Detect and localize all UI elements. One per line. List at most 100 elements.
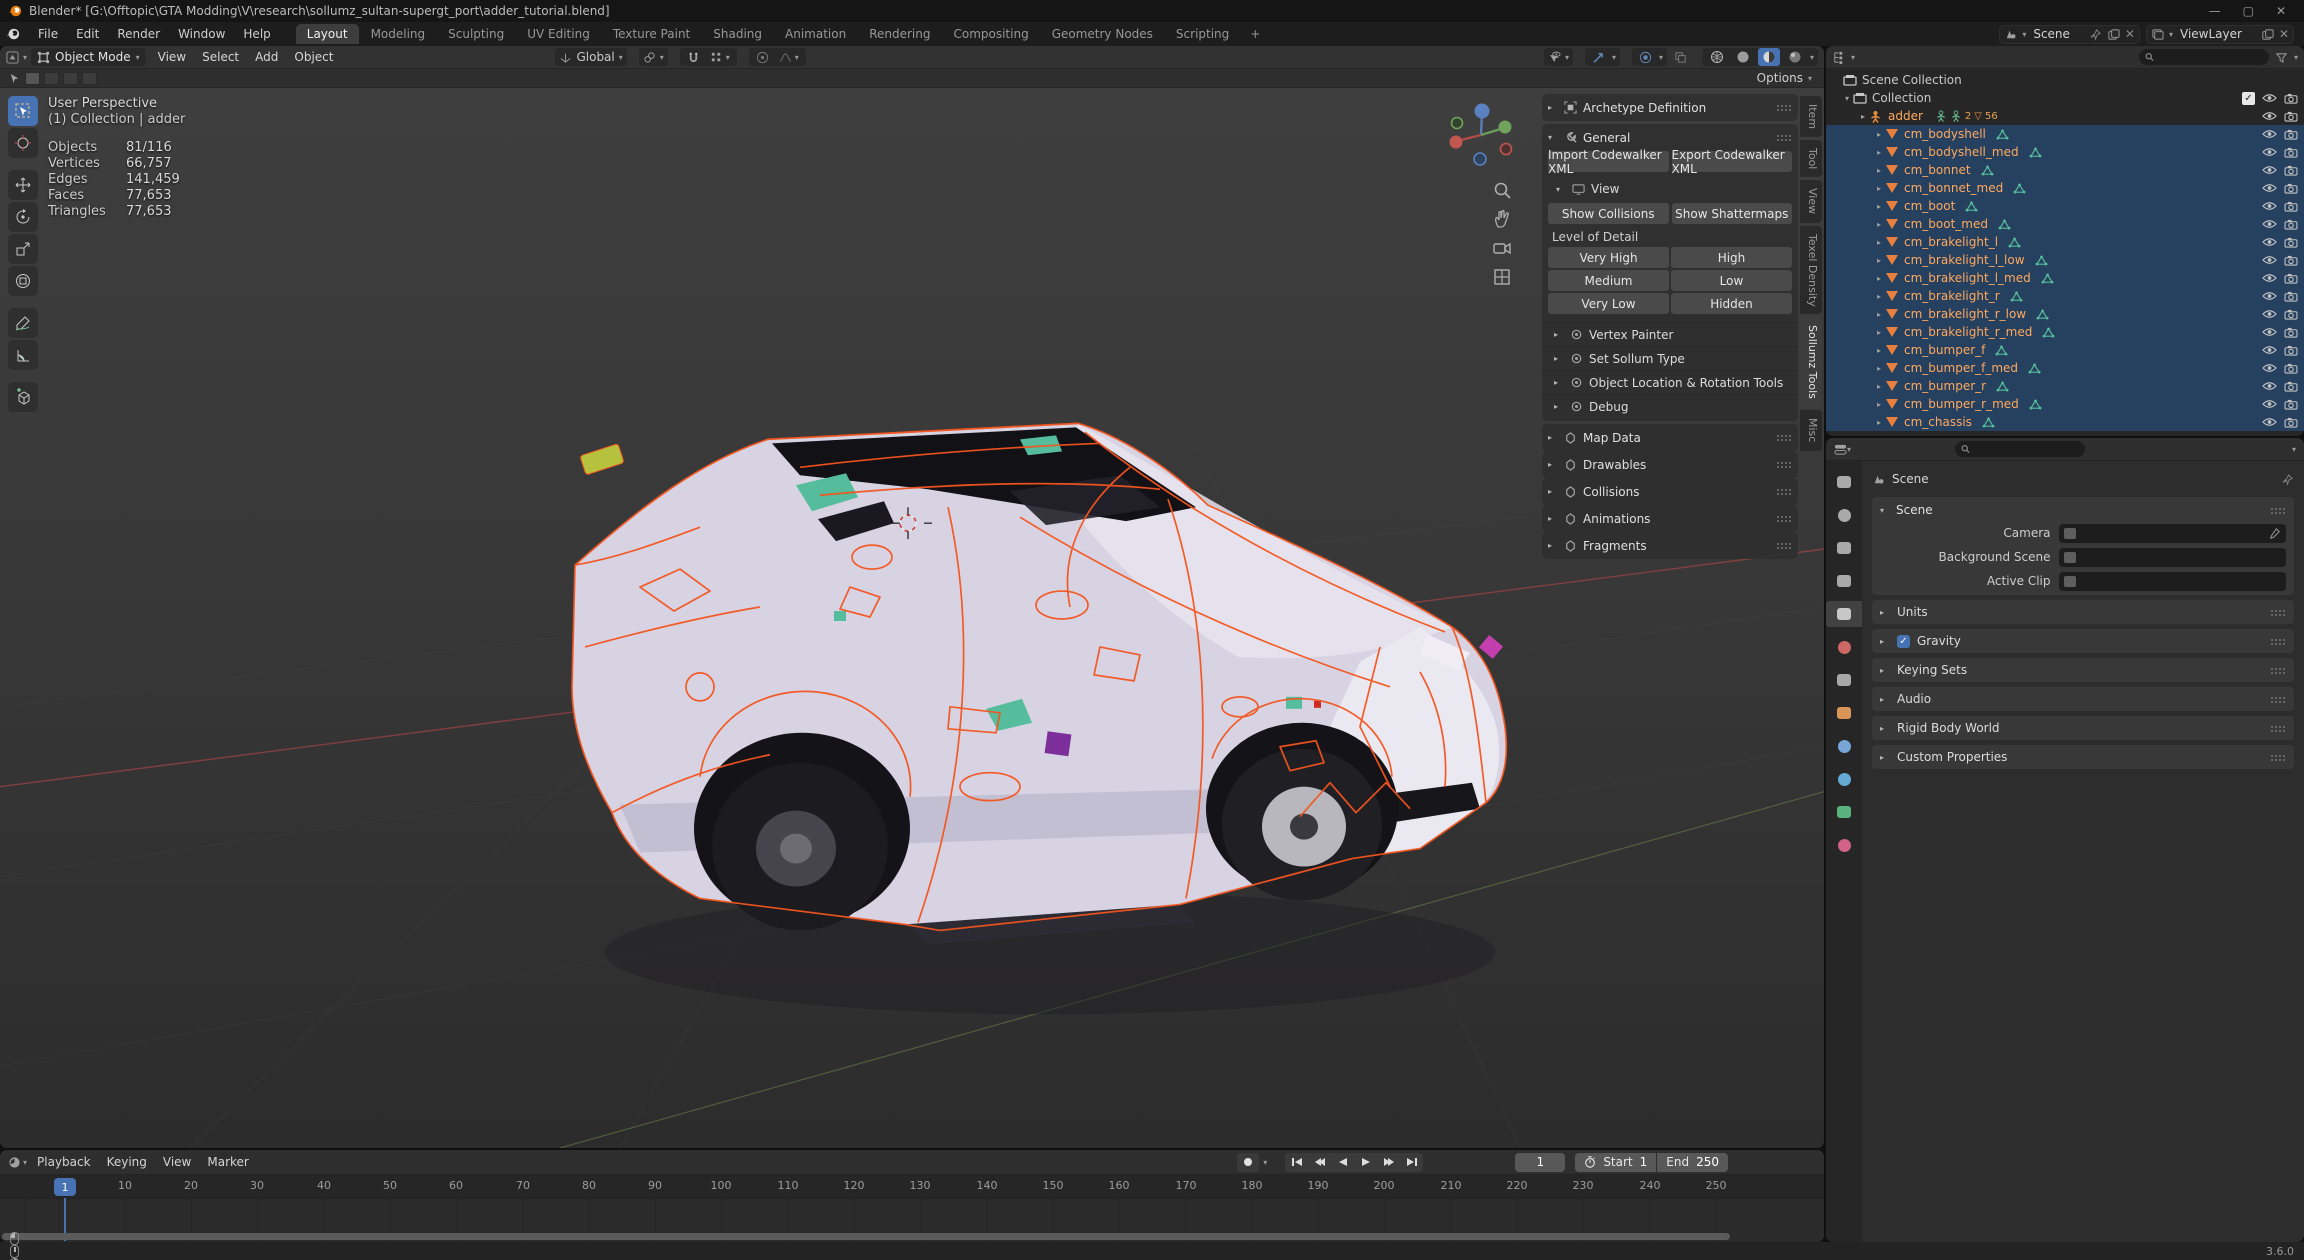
panel-grip[interactable] <box>2270 638 2286 645</box>
property-field[interactable] <box>2059 572 2286 591</box>
workspace-tab[interactable]: Animation <box>774 24 857 44</box>
outliner-row[interactable]: ▸ cm_boot ▽ ✓ <box>1826 197 2304 215</box>
properties-search-input[interactable] <box>1974 443 2079 455</box>
properties-tab[interactable] <box>1826 667 1862 693</box>
timeline-scrollbar[interactable] <box>2 1233 1730 1240</box>
play-reverse-button[interactable] <box>1331 1153 1354 1172</box>
expand-arrow[interactable]: ▸ <box>1874 238 1884 247</box>
hide-eye-icon[interactable] <box>2262 327 2277 337</box>
prev-keyframe-button[interactable] <box>1308 1153 1331 1172</box>
render-visibility-icon[interactable] <box>2284 381 2298 392</box>
minimize-icon[interactable]: — <box>2209 4 2221 18</box>
expand-arrow[interactable]: ▸ <box>1874 274 1884 283</box>
mode-selector[interactable]: Object Mode ▾ <box>31 48 146 66</box>
workspace-tab[interactable]: Scripting <box>1165 24 1240 44</box>
hide-eye-icon[interactable] <box>2262 399 2277 409</box>
render-visibility-icon[interactable] <box>2284 327 2298 338</box>
render-visibility-icon[interactable] <box>2284 345 2298 356</box>
properties-tab[interactable] <box>1826 634 1862 660</box>
blender-menu-icon[interactable] <box>6 27 20 41</box>
outliner-row[interactable]: ▸ cm_brakelight_r_low ▽ ✓ <box>1826 305 2304 323</box>
outliner-row[interactable]: Scene Collection ▽ ✓ <box>1826 71 2304 89</box>
render-visibility-icon[interactable] <box>2284 165 2298 176</box>
expand-arrow[interactable]: ▸ <box>1858 112 1868 121</box>
render-visibility-icon[interactable] <box>2284 255 2298 266</box>
general-subpanel[interactable]: ▸ Vertex Painter <box>1542 322 1798 346</box>
hide-eye-icon[interactable] <box>2262 417 2277 427</box>
properties-tab[interactable] <box>1826 832 1862 858</box>
close-icon[interactable]: ✕ <box>2276 4 2286 18</box>
workspace-tab[interactable]: Sculpting <box>437 24 515 44</box>
timeline-menu[interactable]: View <box>155 1153 199 1171</box>
select-mode-subtract[interactable] <box>63 72 78 85</box>
outliner-row[interactable]: ▸ cm_bodyshell ▽ ✓ <box>1826 125 2304 143</box>
properties-editor-icon[interactable] <box>1834 443 1847 456</box>
hide-eye-icon[interactable] <box>2262 381 2277 391</box>
tool-select-box[interactable] <box>8 96 38 126</box>
outliner-row[interactable]: ▸ cm_brakelight_r ▽ ✓ <box>1826 287 2304 305</box>
select-mode-intersect[interactable] <box>82 72 97 85</box>
render-visibility-icon[interactable] <box>2284 93 2298 104</box>
lod-button[interactable]: Low <box>1671 270 1792 291</box>
properties-tab[interactable] <box>1826 700 1862 726</box>
tool-cursor[interactable] <box>8 128 38 158</box>
properties-tab[interactable] <box>1826 535 1862 561</box>
expand-arrow[interactable]: ▸ <box>1874 166 1884 175</box>
property-field[interactable] <box>2059 524 2286 543</box>
sidebar-tab[interactable]: Misc <box>1800 410 1822 450</box>
panel-grip[interactable] <box>2270 667 2286 674</box>
sollumz-panel[interactable]: ▸ Drawables <box>1542 451 1798 478</box>
scene-selector[interactable]: ▾ Scene ✕ <box>1999 25 2140 44</box>
expand-arrow[interactable]: ▸ <box>1874 292 1884 301</box>
sidebar-tab[interactable]: Sollumz Tools <box>1800 317 1822 407</box>
hide-eye-icon[interactable] <box>2262 183 2277 193</box>
collection-checkbox[interactable]: ✓ <box>2242 92 2255 105</box>
panel-grip[interactable] <box>1776 488 1792 495</box>
codewalker-xml-button[interactable]: Import Codewalker XML <box>1548 151 1669 172</box>
render-visibility-icon[interactable] <box>2284 363 2298 374</box>
expand-arrow[interactable]: ▸ <box>1874 400 1884 409</box>
editor-type-icon[interactable] <box>6 51 19 64</box>
hide-eye-icon[interactable] <box>2262 309 2277 319</box>
lod-button[interactable]: Very Low <box>1548 293 1669 314</box>
show-toggle-button[interactable]: Show Shattermaps <box>1672 203 1793 224</box>
panel-grip[interactable] <box>1776 542 1792 549</box>
tool-add-cube[interactable] <box>8 382 38 412</box>
workspace-tab[interactable]: Texture Paint <box>602 24 701 44</box>
sidebar-tab[interactable]: Texel Density <box>1800 226 1822 315</box>
hide-eye-icon[interactable] <box>2262 93 2277 103</box>
new-scene-icon[interactable] <box>2107 28 2120 41</box>
expand-arrow[interactable]: ▸ <box>1874 346 1884 355</box>
remove-viewlayer-icon[interactable]: ✕ <box>2279 27 2289 41</box>
sollumz-panel[interactable]: ▸ Collisions <box>1542 478 1798 505</box>
render-visibility-icon[interactable] <box>2284 309 2298 320</box>
hide-eye-icon[interactable] <box>2262 363 2277 373</box>
hide-eye-icon[interactable] <box>2262 165 2277 175</box>
expand-arrow[interactable]: ▸ <box>1874 148 1884 157</box>
render-visibility-icon[interactable] <box>2284 111 2298 122</box>
overlays-toggle[interactable] <box>1636 48 1655 66</box>
panel-grip[interactable] <box>2270 696 2286 703</box>
outliner-row[interactable]: ▸ cm_bonnet_med ▽ ✓ <box>1826 179 2304 197</box>
general-subpanel[interactable]: ▸ Set Sollum Type <box>1542 346 1798 370</box>
outliner-row[interactable]: ▸ cm_brakelight_l_low ▽ ✓ <box>1826 251 2304 269</box>
topbar-menu[interactable]: File <box>29 24 67 44</box>
panel-grip[interactable] <box>1776 515 1792 522</box>
expand-arrow[interactable]: ▸ <box>1874 184 1884 193</box>
outliner-row[interactable]: ▸ cm_bonnet ▽ ✓ <box>1826 161 2304 179</box>
workspace-tab[interactable]: Modeling <box>360 24 437 44</box>
properties-panel[interactable]: ▸ ✓ Units <box>1872 600 2294 624</box>
properties-panel[interactable]: ▸ ✓ Custom Properties <box>1872 745 2294 769</box>
render-visibility-icon[interactable] <box>2284 399 2298 410</box>
transform-orientation[interactable]: Global ▾ <box>555 48 626 66</box>
topbar-menu[interactable]: Render <box>108 24 169 44</box>
zoom-icon[interactable] <box>1492 180 1512 200</box>
next-keyframe-button[interactable] <box>1377 1153 1400 1172</box>
car-model[interactable] <box>572 423 1506 944</box>
outliner-row[interactable]: ▸ cm_bumper_f_med ▽ ✓ <box>1826 359 2304 377</box>
viewport-canvas[interactable]: User Perspective (1) Collection | adder … <box>0 88 1824 1148</box>
shading-wireframe[interactable] <box>1706 48 1728 66</box>
expand-arrow[interactable]: ▸ <box>1874 364 1884 373</box>
workspace-tab[interactable]: Shading <box>702 24 773 44</box>
render-visibility-icon[interactable] <box>2284 183 2298 194</box>
